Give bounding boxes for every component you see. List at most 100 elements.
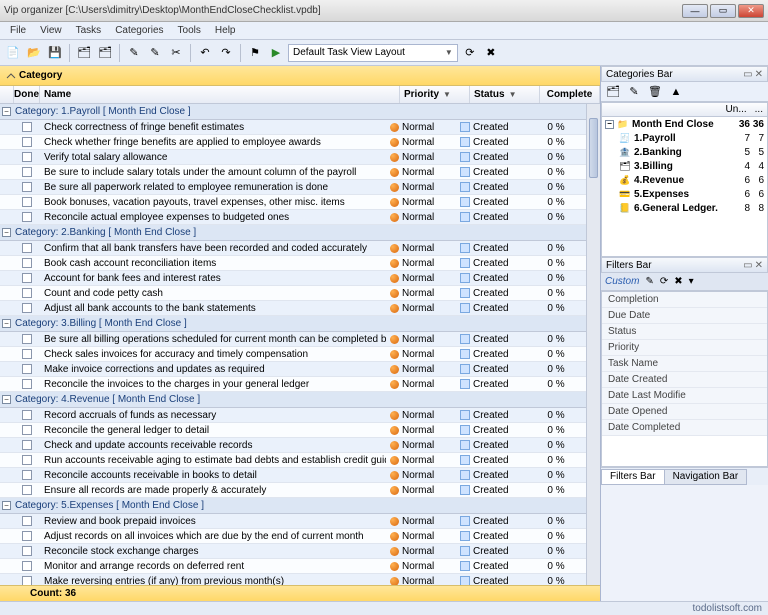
dropdown-icon[interactable]: ▼	[509, 90, 519, 99]
cat-up-icon[interactable]: ▲	[667, 83, 685, 101]
col-done[interactable]: Done	[14, 86, 40, 103]
toolbar-save-icon[interactable]: 💾	[46, 44, 64, 62]
done-checkbox[interactable]	[22, 470, 32, 480]
collapse-icon[interactable]: −	[605, 120, 614, 129]
task-row[interactable]: Adjust records on all invoices which are…	[0, 529, 586, 544]
toolbar-go-icon[interactable]: ▶	[267, 44, 285, 62]
filter-more-icon[interactable]: ▾	[689, 276, 694, 287]
tree-node[interactable]: 📒 6.General Ledger. 8 8	[602, 201, 767, 215]
task-row[interactable]: Check and update accounts receivable rec…	[0, 438, 586, 453]
done-checkbox[interactable]	[22, 364, 32, 374]
tree-node[interactable]: 🏦 2.Banking 5 5	[602, 145, 767, 159]
task-row[interactable]: Reconcile the invoices to the charges in…	[0, 377, 586, 392]
tree-node[interactable]: 💳 5.Expenses 6 6	[602, 187, 767, 201]
task-row[interactable]: Monitor and arrange records on deferred …	[0, 559, 586, 574]
task-row[interactable]: Confirm that all bank transfers have bee…	[0, 241, 586, 256]
done-checkbox[interactable]	[22, 243, 32, 253]
task-row[interactable]: Review and book prepaid invoices Normal …	[0, 514, 586, 529]
toolbar-redo-icon[interactable]: ↷	[217, 44, 235, 62]
col-status[interactable]: Status▼	[470, 86, 540, 103]
done-checkbox[interactable]	[22, 212, 32, 222]
task-row[interactable]: Run accounts receivable aging to estimat…	[0, 453, 586, 468]
done-checkbox[interactable]	[22, 258, 32, 268]
task-row[interactable]: Record accruals of funds as necessary No…	[0, 408, 586, 423]
toolbar-folder2-icon[interactable]: 🗂	[96, 44, 114, 62]
cat-new-icon[interactable]: 🗂	[604, 83, 622, 101]
done-checkbox[interactable]	[22, 516, 32, 526]
menu-tasks[interactable]: Tasks	[70, 23, 108, 38]
done-checkbox[interactable]	[22, 379, 32, 389]
toolbar-edit-icon[interactable]: ✎	[125, 44, 143, 62]
group-row[interactable]: −Category: 1.Payroll [ Month End Close ]	[0, 104, 586, 120]
task-row[interactable]: Check correctness of fringe benefit esti…	[0, 120, 586, 135]
pane-maximize-icon[interactable]: ▭	[743, 260, 752, 271]
vertical-scrollbar[interactable]	[586, 104, 600, 585]
collapse-icon[interactable]: −	[2, 107, 11, 116]
task-row[interactable]: Be sure all paperwork related to employe…	[0, 180, 586, 195]
col-priority[interactable]: Priority▼	[400, 86, 470, 103]
tree-node[interactable]: 🧾 1.Payroll 7 7	[602, 131, 767, 145]
col-name[interactable]: Name	[40, 86, 400, 103]
task-row[interactable]: Book bonuses, vacation payouts, travel e…	[0, 195, 586, 210]
filter-refresh-icon[interactable]: ⟳	[660, 276, 668, 287]
done-checkbox[interactable]	[22, 167, 32, 177]
done-checkbox[interactable]	[22, 485, 32, 495]
pane-close-icon[interactable]: ✕	[755, 260, 763, 271]
filters-custom[interactable]: Custom	[605, 276, 639, 287]
task-row[interactable]: Verify total salary allowance Normal Cre…	[0, 150, 586, 165]
group-row[interactable]: −Category: 4.Revenue [ Month End Close ]	[0, 392, 586, 408]
done-checkbox[interactable]	[22, 303, 32, 313]
tree-node[interactable]: 🗂 3.Billing 4 4	[602, 159, 767, 173]
menu-help[interactable]: Help	[209, 23, 242, 38]
done-checkbox[interactable]	[22, 410, 32, 420]
task-row[interactable]: Check sales invoices for accuracy and ti…	[0, 347, 586, 362]
tab-navigation-bar[interactable]: Navigation Bar	[664, 469, 748, 485]
pane-close-icon[interactable]: ✕	[755, 69, 763, 80]
toolbar-x-icon[interactable]: ✖	[482, 44, 500, 62]
task-row[interactable]: Reconcile actual employee expenses to bu…	[0, 210, 586, 225]
filter-row[interactable]: Due Date	[602, 308, 767, 324]
toolbar-refresh-icon[interactable]: ⟳	[461, 44, 479, 62]
done-checkbox[interactable]	[22, 349, 32, 359]
task-row[interactable]: Reconcile the general ledger to detail N…	[0, 423, 586, 438]
done-checkbox[interactable]	[22, 576, 32, 585]
task-row[interactable]: Be sure all billing operations scheduled…	[0, 332, 586, 347]
collapse-icon[interactable]: −	[2, 395, 11, 404]
menu-view[interactable]: View	[34, 23, 68, 38]
done-checkbox[interactable]	[22, 273, 32, 283]
filter-row[interactable]: Date Completed	[602, 420, 767, 436]
task-row[interactable]: Book cash account reconciliation items N…	[0, 256, 586, 271]
dropdown-icon[interactable]: ▼	[443, 90, 453, 99]
done-checkbox[interactable]	[22, 182, 32, 192]
collapse-icon[interactable]: −	[2, 228, 11, 237]
scrollbar-thumb[interactable]	[589, 118, 598, 178]
done-checkbox[interactable]	[22, 122, 32, 132]
done-checkbox[interactable]	[22, 197, 32, 207]
done-checkbox[interactable]	[22, 152, 32, 162]
filter-edit-icon[interactable]: ✎	[645, 276, 653, 287]
toolbar-undo-icon[interactable]: ↶	[196, 44, 214, 62]
maximize-button[interactable]: ▭	[710, 4, 736, 18]
tree-node[interactable]: 💰 4.Revenue 6 6	[602, 173, 767, 187]
done-checkbox[interactable]	[22, 288, 32, 298]
menu-tools[interactable]: Tools	[172, 23, 207, 38]
toolbar-edit2-icon[interactable]: ✎	[146, 44, 164, 62]
close-button[interactable]: ✕	[738, 4, 764, 18]
task-row[interactable]: Make reversing entries (if any) from pre…	[0, 574, 586, 585]
group-row[interactable]: −Category: 3.Billing [ Month End Close ]	[0, 316, 586, 332]
toolbar-open-icon[interactable]: 📂	[25, 44, 43, 62]
menu-file[interactable]: File	[4, 23, 32, 38]
minimize-button[interactable]: —	[682, 4, 708, 18]
done-checkbox[interactable]	[22, 137, 32, 147]
filter-clear-icon[interactable]: ✖	[674, 276, 682, 287]
filter-row[interactable]: Completion	[602, 292, 767, 308]
filter-row[interactable]: Date Created	[602, 372, 767, 388]
done-checkbox[interactable]	[22, 455, 32, 465]
done-checkbox[interactable]	[22, 561, 32, 571]
done-checkbox[interactable]	[22, 334, 32, 344]
filter-row[interactable]: Status	[602, 324, 767, 340]
tree-root[interactable]: − 📁 Month End Close 36 36	[602, 117, 767, 131]
layout-selector[interactable]: Default Task View Layout ▼	[288, 44, 458, 62]
cat-edit-icon[interactable]: ✎	[625, 83, 643, 101]
toolbar-new-icon[interactable]: 📄	[4, 44, 22, 62]
